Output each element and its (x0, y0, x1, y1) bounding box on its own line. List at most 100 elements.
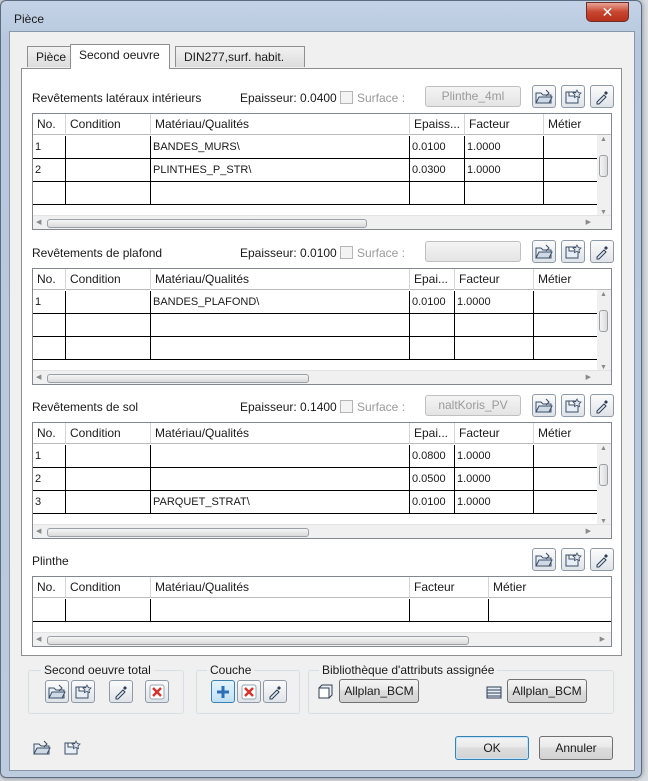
cell-material[interactable]: PARQUET_STRAT\ (151, 491, 410, 514)
cell-thickness[interactable]: 0.0500 (410, 468, 455, 491)
floor-save-button[interactable] (561, 394, 585, 417)
plinthe-save-button[interactable] (561, 548, 585, 571)
cell-thickness[interactable]: 0.0100 (410, 136, 465, 159)
header-factor[interactable]: Facteur (410, 577, 489, 598)
cancel-button[interactable]: Annuler (539, 736, 613, 760)
plinthe-open-button[interactable] (532, 548, 556, 571)
total-save-button[interactable] (71, 680, 95, 703)
cell-material[interactable] (151, 314, 410, 337)
table-row[interactable]: 1 BANDES_PLAFOND\ 0.0100 1.0000 (33, 291, 611, 314)
cell-metier[interactable] (534, 291, 599, 314)
total-pick-button[interactable] (109, 680, 133, 703)
cell-no[interactable]: 1 (33, 136, 66, 159)
vertical-scrollbar[interactable]: ▲ ▼ (597, 135, 611, 217)
cell-metier[interactable] (544, 182, 599, 205)
header-condition[interactable]: Condition (66, 577, 151, 598)
table-row[interactable]: 3 PARQUET_STRAT\ 0.0100 1.0000 (33, 491, 611, 514)
cell-no[interactable]: 3 (33, 491, 66, 514)
lateral-pick-button[interactable] (590, 85, 614, 108)
ceiling-surface-combo[interactable] (425, 241, 521, 262)
header-material[interactable]: Matériau/Qualités (151, 423, 410, 444)
cell-factor[interactable]: 1.0000 (455, 491, 534, 514)
cell-condition[interactable] (66, 491, 151, 514)
cell-metier[interactable] (534, 491, 599, 514)
cell-material[interactable] (151, 468, 410, 491)
floor-pick-button[interactable] (590, 394, 614, 417)
floor-surface-checkbox[interactable] (340, 400, 353, 413)
table-row[interactable]: 1 0.0800 1.0000 (33, 445, 611, 468)
cell-thickness[interactable]: 0.0100 (410, 291, 455, 314)
header-thickness[interactable]: Epai... (410, 423, 455, 444)
floor-open-button[interactable] (532, 394, 556, 417)
ceiling-pick-button[interactable] (590, 240, 614, 263)
ceiling-surface-checkbox[interactable] (340, 246, 353, 259)
tab-din277[interactable]: DIN277,surf. habit. (175, 46, 305, 67)
table-row[interactable] (33, 599, 611, 622)
cell-thickness[interactable] (410, 314, 455, 337)
header-factor[interactable]: Facteur (465, 114, 544, 135)
couche-add-button[interactable] (211, 680, 235, 703)
cell-metier[interactable] (534, 445, 599, 468)
header-material[interactable]: Matériau/Qualités (151, 577, 410, 598)
horizontal-scrollbar[interactable]: ◀ ▶ (33, 524, 611, 538)
lateral-open-button[interactable] (532, 85, 556, 108)
floor-surface-combo[interactable]: naltKoris_PV (425, 395, 521, 416)
header-condition[interactable]: Condition (66, 423, 151, 444)
ok-button[interactable]: OK (455, 736, 529, 760)
cell-factor[interactable] (455, 337, 534, 360)
lateral-save-button[interactable] (561, 85, 585, 108)
couche-delete-button[interactable] (237, 680, 261, 703)
cell-no[interactable] (33, 314, 66, 337)
cell-thickness[interactable] (410, 182, 465, 205)
cell-no[interactable] (33, 337, 66, 360)
lateral-surface-checkbox[interactable] (340, 91, 353, 104)
header-condition[interactable]: Condition (66, 269, 151, 290)
total-open-button[interactable] (45, 680, 69, 703)
cell-condition[interactable] (66, 445, 151, 468)
header-metier[interactable]: Métier (544, 114, 611, 135)
cell-thickness[interactable]: 0.0100 (410, 491, 455, 514)
cell-material[interactable] (151, 445, 410, 468)
header-material[interactable]: Matériau/Qualités (151, 269, 410, 290)
cell-condition[interactable] (66, 159, 151, 182)
cell-condition[interactable] (66, 314, 151, 337)
cell-factor[interactable] (465, 182, 544, 205)
table-row[interactable]: 1 BANDES_MURS\ 0.0100 1.0000 (33, 136, 611, 159)
footer-save-button[interactable] (60, 736, 84, 759)
cell-metier[interactable] (544, 159, 599, 182)
cell-no[interactable]: 1 (33, 291, 66, 314)
header-thickness[interactable]: Epai... (410, 269, 455, 290)
horizontal-scrollbar[interactable]: ◀ ▶ (33, 632, 611, 646)
cell-no[interactable]: 1 (33, 445, 66, 468)
table-row[interactable] (33, 337, 611, 360)
header-factor[interactable]: Facteur (455, 269, 534, 290)
cell-condition[interactable] (66, 599, 151, 622)
header-no[interactable]: No. (33, 114, 66, 135)
header-metier[interactable]: Métier (489, 577, 611, 598)
horizontal-scrollbar[interactable]: ◀ ▶ (33, 370, 611, 384)
cell-factor[interactable]: 1.0000 (465, 159, 544, 182)
table-row[interactable] (33, 314, 611, 337)
header-factor[interactable]: Facteur (455, 423, 534, 444)
horizontal-scrollbar[interactable]: ◀ ▶ (33, 215, 611, 229)
cell-metier[interactable] (534, 337, 599, 360)
header-thickness[interactable]: Epaiss... (410, 114, 465, 135)
header-no[interactable]: No. (33, 423, 66, 444)
total-delete-button[interactable] (145, 680, 169, 703)
cell-no[interactable]: 2 (33, 159, 66, 182)
ceiling-open-button[interactable] (532, 240, 556, 263)
cell-thickness[interactable] (410, 337, 455, 360)
cell-condition[interactable] (66, 182, 151, 205)
footer-open-button[interactable] (30, 736, 54, 759)
cell-metier[interactable] (544, 136, 599, 159)
cell-metier[interactable] (534, 314, 599, 337)
cell-factor[interactable] (410, 599, 489, 622)
header-metier[interactable]: Métier (534, 269, 611, 290)
cell-condition[interactable] (66, 468, 151, 491)
cell-metier[interactable] (534, 468, 599, 491)
table-row[interactable] (33, 182, 611, 205)
close-button[interactable]: ✕ (586, 2, 629, 22)
cell-factor[interactable]: 1.0000 (455, 468, 534, 491)
cell-material[interactable]: PLINTHES_P_STR\ (151, 159, 410, 182)
header-material[interactable]: Matériau/Qualités (151, 114, 410, 135)
